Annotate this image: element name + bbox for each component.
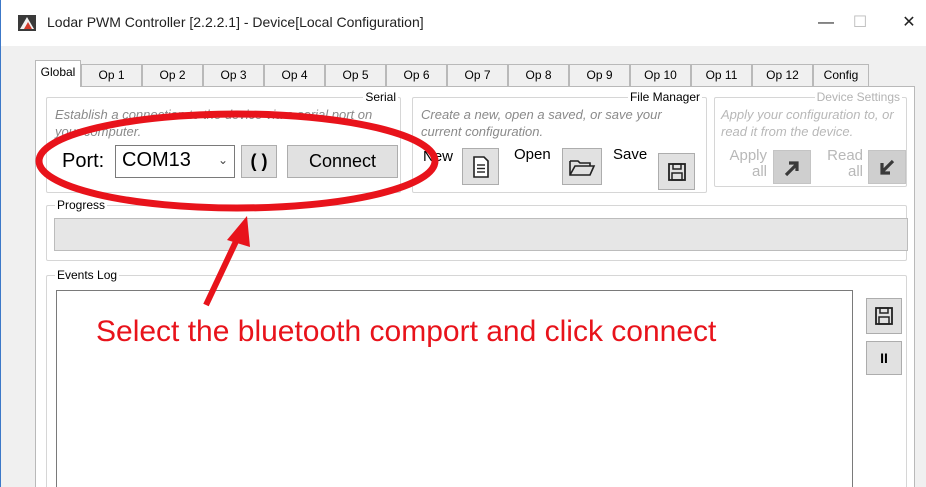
annotation-arrow-shaft: [203, 233, 242, 307]
tab-global[interactable]: Global: [35, 60, 81, 87]
annotation-circle: [35, 110, 439, 212]
annotation-caption: Select the bluetooth comport and click c…: [96, 315, 717, 348]
app-window: Lodar PWM Controller [2.2.2.1] - Device[…: [0, 0, 926, 487]
annotation-arrow-head: [227, 216, 250, 247]
annotation-overlay: [35, 110, 439, 307]
